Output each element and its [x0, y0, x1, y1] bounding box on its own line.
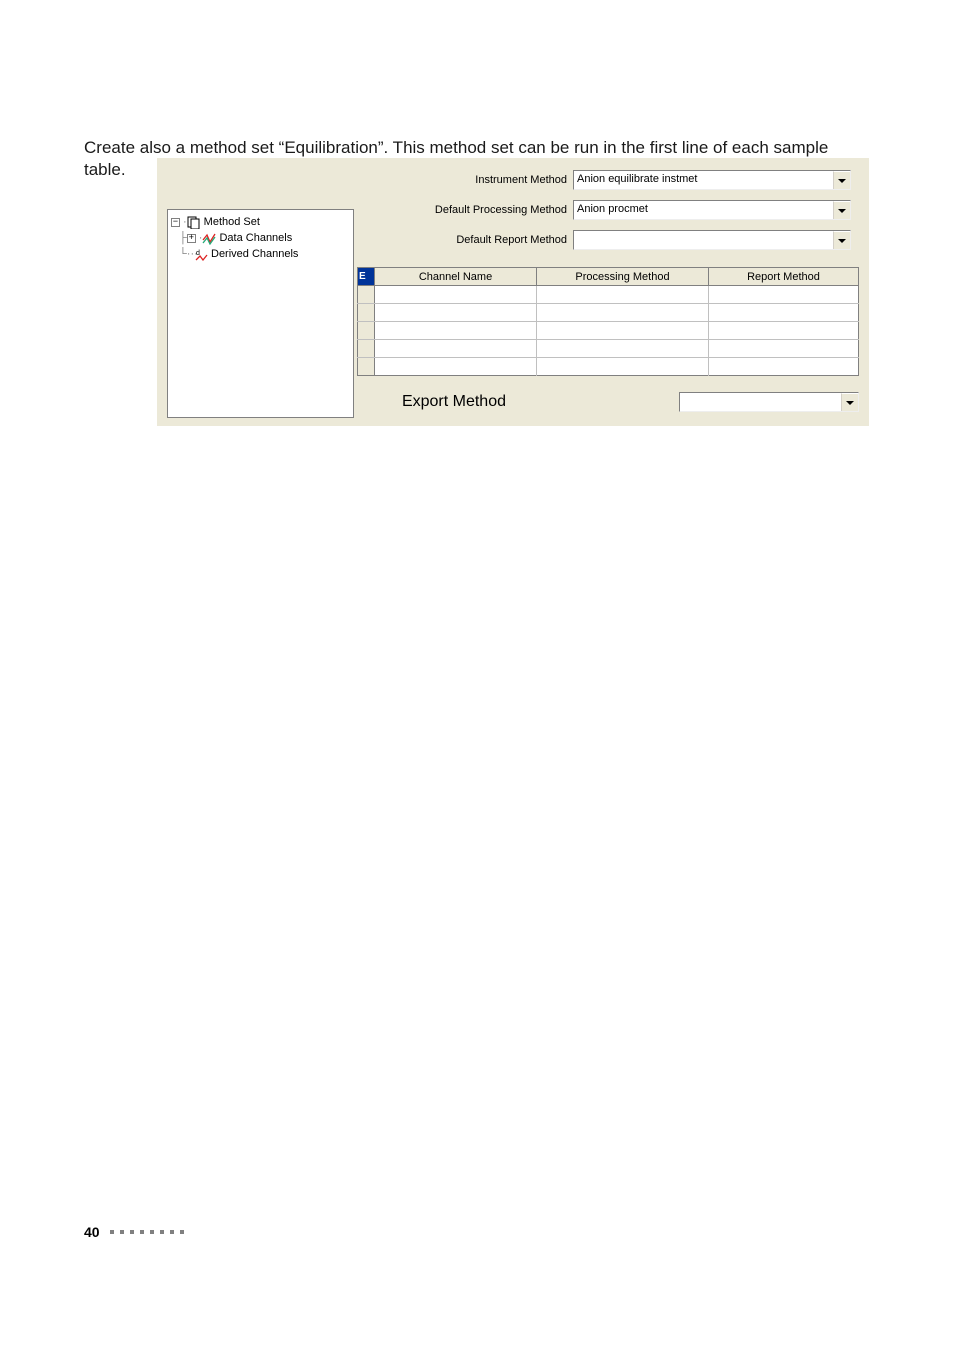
table-row[interactable] [358, 304, 859, 322]
footer-dots-icon [110, 1230, 184, 1234]
tree-label: Data Channels [219, 230, 292, 246]
tree-label: Method Set [204, 214, 260, 230]
collapse-icon[interactable]: − [171, 218, 180, 227]
table-row[interactable] [358, 358, 859, 376]
export-method-dropdown[interactable] [679, 392, 859, 412]
table-row[interactable] [358, 286, 859, 304]
default-report-method-dropdown[interactable] [573, 230, 851, 250]
default-processing-method-value: Anion procmet [574, 201, 833, 219]
export-method-label: Export Method [357, 393, 512, 411]
default-processing-method-dropdown[interactable]: Anion procmet [573, 200, 851, 220]
instrument-method-label: Instrument Method [357, 174, 573, 186]
grid-corner[interactable]: E [358, 268, 375, 286]
column-header-channel-name[interactable]: Channel Name [375, 268, 537, 286]
chevron-down-icon[interactable] [833, 231, 850, 249]
data-channels-icon [202, 231, 216, 245]
channel-table[interactable]: E Channel Name Processing Method Report … [357, 267, 859, 376]
export-method-value [680, 393, 841, 411]
instrument-method-dropdown[interactable]: Anion equilibrate instmet [573, 170, 851, 190]
default-report-method-label: Default Report Method [357, 234, 573, 246]
column-header-processing-method[interactable]: Processing Method [537, 268, 709, 286]
default-processing-method-label: Default Processing Method [357, 204, 573, 216]
table-row[interactable] [358, 340, 859, 358]
method-set-icon [187, 215, 201, 229]
chevron-down-icon[interactable] [841, 393, 858, 411]
method-set-editor-screenshot: − · Method Set ├ + · [157, 158, 869, 426]
derived-channels-icon: d [194, 247, 208, 261]
chevron-down-icon[interactable] [833, 171, 850, 189]
instrument-method-value: Anion equilibrate instmet [574, 171, 833, 189]
default-report-method-value [574, 231, 833, 249]
chevron-down-icon[interactable] [833, 201, 850, 219]
tree-label: Derived Channels [211, 246, 298, 262]
tree-node-method-set[interactable]: − · Method Set [171, 214, 350, 230]
table-row[interactable] [358, 322, 859, 340]
tree-node-derived-channels[interactable]: └··· d Derived Channels [171, 246, 350, 262]
method-set-tree[interactable]: − · Method Set ├ + · [167, 209, 354, 418]
page-footer: 40 [84, 1224, 870, 1240]
column-header-report-method[interactable]: Report Method [709, 268, 859, 286]
expand-icon[interactable]: + [187, 234, 196, 243]
page-number: 40 [84, 1224, 100, 1240]
tree-node-data-channels[interactable]: ├ + · Data Channels [171, 230, 350, 246]
